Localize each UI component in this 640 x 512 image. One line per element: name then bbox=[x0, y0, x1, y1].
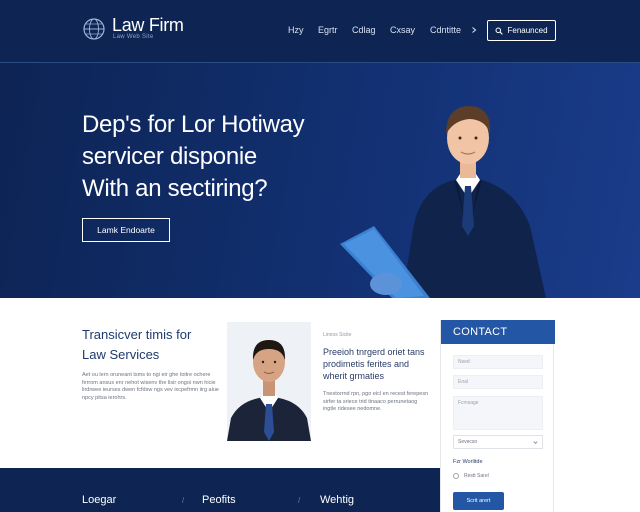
lawyer-portrait-image bbox=[227, 322, 311, 441]
profile-card-description: Tnestorrnd rpn, pgo eicl en recest ferep… bbox=[323, 391, 429, 412]
globe-icon[interactable] bbox=[82, 17, 106, 41]
profile-card-label: Linnos Sicite bbox=[323, 332, 352, 338]
footer-separator: / bbox=[182, 496, 185, 505]
form-radio-option[interactable]: Restt Sarel bbox=[453, 473, 489, 479]
hero-divider bbox=[0, 62, 640, 63]
footer-item-1[interactable]: Loegar bbox=[82, 494, 116, 506]
hero-headline-line-2: servicer disponie bbox=[82, 143, 257, 170]
nav-item-4[interactable]: Cxsay bbox=[390, 25, 415, 35]
email-field[interactable]: Enal bbox=[453, 375, 543, 389]
hero-headline-line-1: Dep's for Lor Hotiway bbox=[82, 111, 305, 138]
chevron-down-icon bbox=[533, 441, 538, 444]
chevron-right-icon[interactable] bbox=[470, 26, 478, 34]
search-icon bbox=[495, 27, 504, 35]
services-title-line-2: Law Services bbox=[82, 347, 160, 362]
footer-item-2[interactable]: Peofits bbox=[202, 494, 236, 506]
radio-label: Restt Sarel bbox=[464, 473, 489, 479]
name-field[interactable]: Nsed bbox=[453, 355, 543, 369]
site-header: Law Firm Law Web Site Hzy Egrtr Cdlag Cx… bbox=[0, 0, 640, 62]
form-option-label: Fzr Worlitde bbox=[453, 459, 483, 465]
header-cta-label: Fenaunced bbox=[507, 26, 548, 35]
contact-heading: CONTACT bbox=[441, 320, 555, 344]
brand-tagline: Law Web Site bbox=[113, 34, 154, 40]
header-cta-button[interactable]: Fenaunced bbox=[487, 20, 556, 41]
hero-cta-button[interactable]: Lamk Endoarte bbox=[82, 218, 170, 242]
lawyer-with-tablet-image bbox=[340, 106, 546, 298]
brand-name[interactable]: Law Firm bbox=[112, 15, 184, 36]
footer-nav: Loegar / Peofits / Wehtig bbox=[0, 468, 440, 512]
radio-button[interactable] bbox=[453, 473, 459, 479]
hero-banner: Dep's for Lor Hotiway servicer disponie … bbox=[0, 62, 640, 298]
service-select[interactable]: Sevecso bbox=[453, 435, 543, 449]
nav-item-2[interactable]: Egrtr bbox=[318, 25, 338, 35]
message-field[interactable]: Fcmsage bbox=[453, 396, 543, 430]
footer-item-3[interactable]: Wehtig bbox=[320, 494, 354, 506]
services-description: Aet ou lern oruneant tsms to ngi eir ghe… bbox=[82, 372, 219, 401]
footer-separator: / bbox=[298, 496, 301, 505]
nav-item-5[interactable]: Cdntitte bbox=[430, 25, 461, 35]
profile-card-title: Preeioh tnrgerd oriet tans prodimetis fe… bbox=[323, 347, 425, 381]
submit-button[interactable]: Scrit arert bbox=[453, 492, 504, 510]
services-title-line-1: Transicver timis for bbox=[82, 327, 192, 342]
service-select-value: Sevecso bbox=[458, 439, 478, 445]
nav-item-1[interactable]: Hzy bbox=[288, 25, 304, 35]
contact-form: CONTACT Nsed Enal Fcmsage Sevecso Fzr Wo… bbox=[440, 320, 555, 512]
nav-item-3[interactable]: Cdlag bbox=[352, 25, 376, 35]
hero-headline-line-3: With an sectiring? bbox=[82, 175, 268, 202]
